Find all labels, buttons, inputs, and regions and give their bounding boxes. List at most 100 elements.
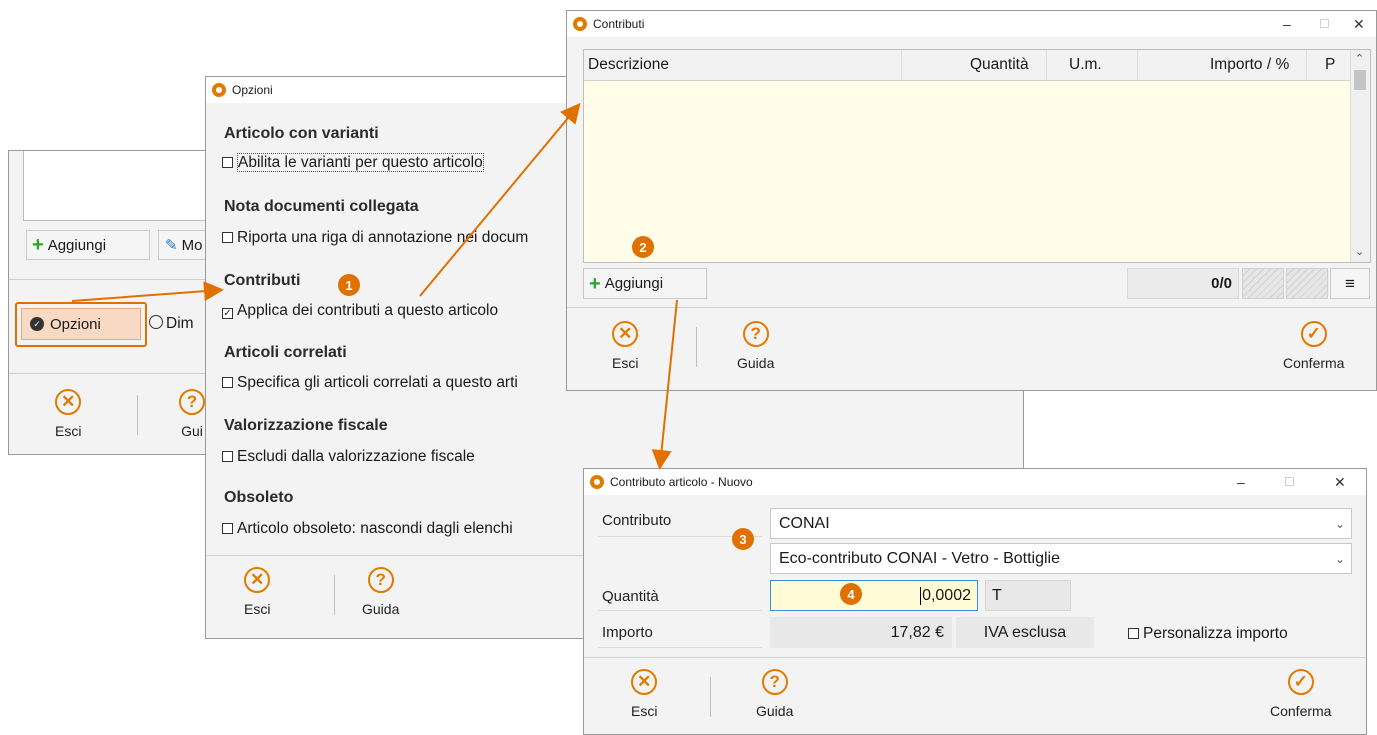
col-p[interactable]: P (1325, 56, 1335, 74)
contributi-checkbox[interactable]: ✓ Applica dei contributi a questo articol… (222, 302, 498, 320)
options-button[interactable]: ✓ Opzioni (21, 308, 141, 340)
col-divider (1046, 50, 1047, 80)
iva-field: IVA esclusa (956, 617, 1094, 648)
counter-box: 0/0 (1127, 268, 1239, 299)
separator (334, 575, 335, 615)
confirm-button[interactable]: ✓ Conferma (1283, 321, 1344, 371)
divider (584, 657, 1366, 658)
close-circle-icon: ✕ (244, 567, 271, 593)
plus-icon: + (32, 234, 44, 256)
maximize-icon[interactable]: ☐ (1319, 11, 1330, 37)
label-underline (598, 610, 762, 611)
divider (9, 279, 207, 280)
add-button[interactable]: + Aggiungi (583, 268, 707, 299)
window-title: Contributo articolo - Nuovo (610, 475, 753, 489)
contributions-window: Contributi – ☐ ✕ Descrizione Quantità U.… (566, 10, 1377, 391)
tipo-select[interactable]: Eco-contributo CONAI - Vetro - Bottiglie… (770, 543, 1352, 574)
contributo-select[interactable]: CONAI ⌄ (770, 508, 1352, 539)
personalizza-checkbox[interactable]: Personalizza importo (1128, 625, 1288, 643)
edit-button[interactable]: ✎ Mo (158, 230, 207, 260)
col-divider (1306, 50, 1307, 80)
close-icon[interactable]: ✕ (1334, 469, 1346, 495)
fiscale-checkbox[interactable]: Escludi dalla valorizzazione fiscale (222, 448, 475, 466)
add-button[interactable]: + Aggiungi (26, 230, 150, 260)
step-badge-3: 3 (732, 528, 754, 550)
minimize-icon[interactable]: – (1237, 469, 1245, 495)
col-um[interactable]: U.m. (1069, 56, 1102, 74)
menu-button[interactable]: ≡ (1330, 268, 1370, 299)
section-heading: Contributi (224, 272, 301, 289)
app-logo-icon (212, 83, 226, 97)
nota-checkbox[interactable]: Riporta una riga di annotazione nei docu… (222, 229, 528, 247)
quantita-label: Quantità (602, 588, 659, 605)
step-badge-4: 4 (840, 583, 862, 605)
scroll-thumb[interactable] (1354, 70, 1366, 90)
label-underline (598, 647, 762, 648)
scroll-up-icon[interactable]: ⌃ (1355, 52, 1364, 65)
quantita-input[interactable]: 0,0002 (770, 580, 978, 611)
notes-area[interactable] (23, 151, 207, 221)
varianti-checkbox[interactable]: Abilita le varianti per questo articolo (222, 153, 484, 172)
checkbox-icon (222, 523, 233, 534)
minimize-icon[interactable]: – (1283, 11, 1291, 37)
exit-button[interactable]: ✕ Esci (631, 669, 657, 719)
contributions-titlebar: Contributi (567, 11, 1376, 37)
separator (710, 677, 711, 717)
exit-button[interactable]: ✕ Esci (244, 567, 270, 617)
edit-icon: ✎ (165, 237, 178, 254)
section-heading: Articolo con varianti (224, 125, 379, 142)
help-circle-icon: ? (761, 669, 788, 695)
contributions-grid[interactable]: Descrizione Quantità U.m. Importo / % P … (583, 49, 1371, 263)
nav-next-disabled (1286, 268, 1328, 299)
importo-label: Importo (602, 624, 653, 641)
col-importo[interactable]: Importo / % (1210, 56, 1289, 74)
help-button[interactable]: ? Gui (179, 389, 205, 439)
col-quantita[interactable]: Quantità (970, 56, 1029, 74)
section-heading: Nota documenti collegata (224, 198, 419, 215)
grid-header: Descrizione Quantità U.m. Importo / % P (584, 50, 1351, 81)
col-divider (1137, 50, 1138, 80)
section-heading: Obsoleto (224, 489, 294, 506)
um-field: T (985, 580, 1071, 611)
separator (696, 327, 697, 367)
article-window: + Aggiungi ✎ Mo ✓ Opzioni Dim ✕ Esci ? G… (8, 150, 207, 455)
help-circle-icon: ? (367, 567, 394, 593)
check-circle-icon: ✓ (1287, 669, 1314, 695)
close-circle-icon: ✕ (631, 669, 658, 695)
checkbox-checked-icon: ✓ (222, 308, 233, 319)
nav-prev-disabled (1242, 268, 1284, 299)
help-button[interactable]: ? Guida (756, 669, 793, 719)
help-button[interactable]: ? Guida (737, 321, 774, 371)
dimensions-radio[interactable]: Dim (149, 315, 194, 333)
checkbox-icon (1128, 628, 1139, 639)
hamburger-icon: ≡ (1345, 273, 1355, 293)
contributo-label: Contributo (602, 512, 672, 529)
close-circle-icon: ✕ (55, 389, 82, 415)
exit-button[interactable]: ✕ Esci (612, 321, 638, 371)
correlati-checkbox[interactable]: Specifica gli articoli correlati a quest… (222, 374, 518, 392)
col-descrizione[interactable]: Descrizione (588, 56, 669, 74)
check-circle-icon: ✓ (30, 317, 44, 331)
checkbox-icon (222, 157, 233, 168)
close-icon[interactable]: ✕ (1353, 11, 1365, 37)
col-divider (901, 50, 902, 80)
maximize-icon[interactable]: ☐ (1284, 469, 1295, 495)
divider (9, 373, 207, 374)
chevron-down-icon: ⌄ (1334, 551, 1345, 566)
importo-field: 17,82 € (770, 617, 952, 648)
window-title: Contributi (593, 17, 645, 31)
vertical-scrollbar[interactable]: ⌃ ⌄ (1350, 50, 1370, 262)
app-logo-icon (573, 17, 587, 31)
help-circle-icon: ? (179, 389, 205, 415)
exit-button[interactable]: ✕ Esci (55, 389, 81, 439)
check-circle-icon: ✓ (1300, 321, 1327, 347)
help-circle-icon: ? (742, 321, 769, 347)
obsoleto-checkbox[interactable]: Articolo obsoleto: nascondi dagli elench… (222, 520, 513, 538)
text-cursor (920, 586, 922, 605)
scroll-down-icon[interactable]: ⌄ (1355, 245, 1364, 258)
new-contribution-window: Contributo articolo - Nuovo – ☐ ✕ Contri… (583, 468, 1367, 735)
confirm-button[interactable]: ✓ Conferma (1270, 669, 1331, 719)
help-button[interactable]: ? Guida (362, 567, 399, 617)
checkbox-icon (222, 232, 233, 243)
new-contribution-titlebar: Contributo articolo - Nuovo (584, 469, 1366, 495)
